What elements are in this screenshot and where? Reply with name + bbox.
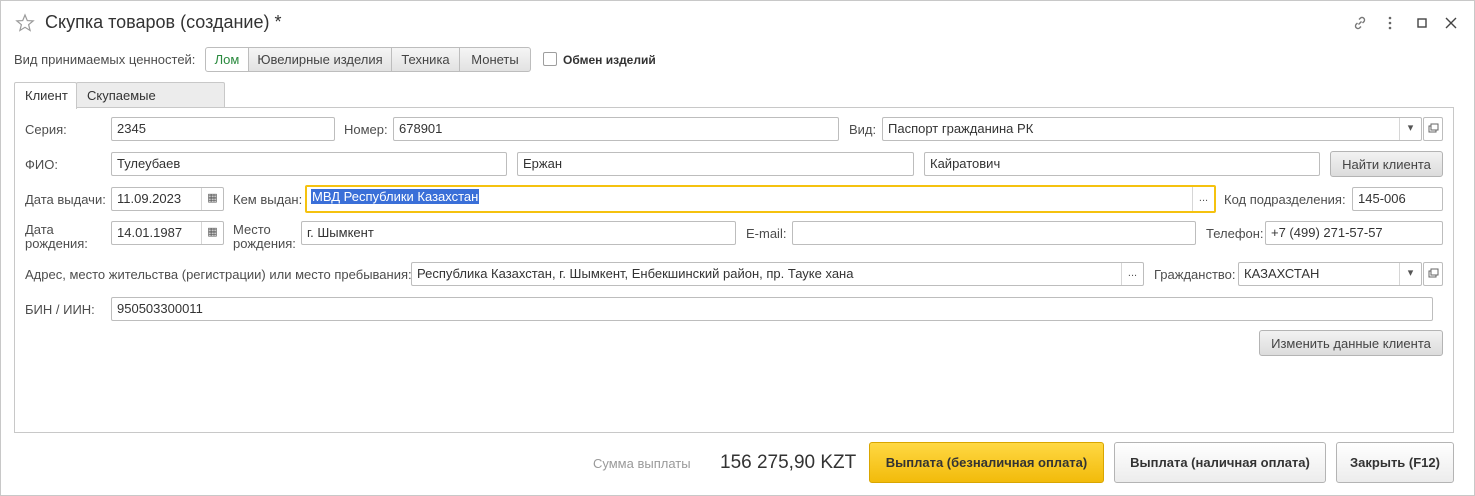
bin-field[interactable]: 950503300011 (111, 297, 1433, 321)
citizenship-value: КАЗАХСТАН (1244, 266, 1320, 281)
segment-coins[interactable]: Монеты (459, 47, 531, 72)
calendar-icon[interactable]: ▦ (201, 222, 223, 244)
select-ellipsis-icon[interactable]: ... (1192, 187, 1214, 211)
open-doc-type-button[interactable] (1423, 117, 1443, 141)
segment-lom[interactable]: Лом (205, 47, 249, 72)
address-field[interactable]: Республика Казахстан, г. Шымкент, Енбекш… (411, 262, 1144, 286)
middle-name-field[interactable]: Кайратович (924, 152, 1320, 176)
segment-jewelry[interactable]: Ювелирные изделия (248, 47, 392, 72)
email-label: E-mail: (746, 226, 787, 241)
document-window: Скупка товаров (создание) * Вид принимае… (0, 0, 1475, 496)
maximize-icon[interactable] (1414, 15, 1430, 31)
number-field[interactable]: 678901 (393, 117, 839, 141)
doc-type-value: Паспорт гражданина РК (888, 121, 1034, 136)
exchange-checkbox-label: Обмен изделий (563, 53, 656, 67)
issued-by-value: МВД Республики Казахстан (311, 189, 480, 204)
email-field[interactable] (792, 221, 1196, 245)
window-title: Скупка товаров (создание) * (45, 12, 282, 32)
dropdown-arrow-icon[interactable]: ▾ (1399, 118, 1421, 140)
open-icon (1428, 123, 1439, 133)
star-icon[interactable] (15, 13, 35, 33)
phone-field[interactable]: +7 (499) 271-57-57 (1265, 221, 1443, 245)
tab-valuables[interactable]: Скупаемые ценности (76, 82, 225, 118)
fio-label: ФИО: (25, 157, 58, 172)
link-icon[interactable] (1352, 15, 1368, 31)
address-value: Республика Казахстан, г. Шымкент, Енбекш… (417, 266, 854, 281)
issued-by-field[interactable]: МВД Республики Казахстан ... (305, 185, 1216, 213)
find-client-button[interactable]: Найти клиента (1330, 151, 1443, 177)
pay-cash-button[interactable]: Выплата (наличная оплата) (1114, 442, 1326, 483)
first-name-field[interactable]: Ержан (517, 152, 914, 176)
birth-date-value: 14.01.1987 (117, 225, 183, 240)
division-code-label: Код подразделения: (1224, 192, 1346, 207)
issued-by-label: Кем выдан: (233, 192, 303, 207)
open-citizenship-button[interactable] (1423, 262, 1443, 286)
segment-technics[interactable]: Техника (391, 47, 460, 72)
edit-client-button[interactable]: Изменить данные клиента (1259, 330, 1443, 356)
number-label: Номер: (344, 122, 388, 137)
birth-date-field[interactable]: 14.01.1987 ▦ (111, 221, 224, 245)
calendar-icon[interactable]: ▦ (201, 188, 223, 210)
valuables-type-label: Вид принимаемых ценностей: (14, 52, 196, 67)
address-label: Адрес, место жительства (регистрации) ил… (25, 267, 412, 282)
series-field[interactable]: 2345 (111, 117, 335, 141)
dropdown-arrow-icon[interactable]: ▾ (1399, 263, 1421, 285)
last-name-field[interactable]: Тулеубаев (111, 152, 507, 176)
issue-date-label: Дата выдачи: (25, 192, 106, 207)
citizenship-label: Гражданство: (1154, 267, 1236, 282)
close-icon[interactable] (1443, 15, 1459, 31)
more-icon[interactable] (1382, 15, 1398, 31)
open-icon (1428, 268, 1439, 278)
tab-client[interactable]: Клиент (14, 82, 77, 109)
close-button[interactable]: Закрыть (F12) (1336, 442, 1454, 483)
series-label: Серия: (25, 122, 67, 137)
sum-value: 156 275,90 KZT (720, 452, 857, 473)
issue-date-field[interactable]: 11.09.2023 ▦ (111, 187, 224, 211)
birth-place-label: Место рождения: (233, 222, 296, 251)
division-code-field[interactable]: 145-006 (1352, 187, 1443, 211)
phone-label: Телефон: (1206, 226, 1264, 241)
exchange-checkbox[interactable] (543, 52, 557, 66)
bin-label: БИН / ИИН: (25, 302, 95, 317)
issue-date-value: 11.09.2023 (117, 191, 182, 206)
birth-date-label: Дата рождения: (25, 222, 88, 251)
pay-cashless-button[interactable]: Выплата (безналичная оплата) (869, 442, 1104, 483)
birth-place-field[interactable]: г. Шымкент (301, 221, 736, 245)
doc-type-select[interactable]: Паспорт гражданина РК ▾ (882, 117, 1422, 141)
doc-type-label: Вид: (849, 122, 877, 137)
sum-label: Сумма выплаты (593, 456, 691, 471)
select-ellipsis-icon[interactable]: ... (1121, 263, 1143, 285)
citizenship-select[interactable]: КАЗАХСТАН ▾ (1238, 262, 1422, 286)
